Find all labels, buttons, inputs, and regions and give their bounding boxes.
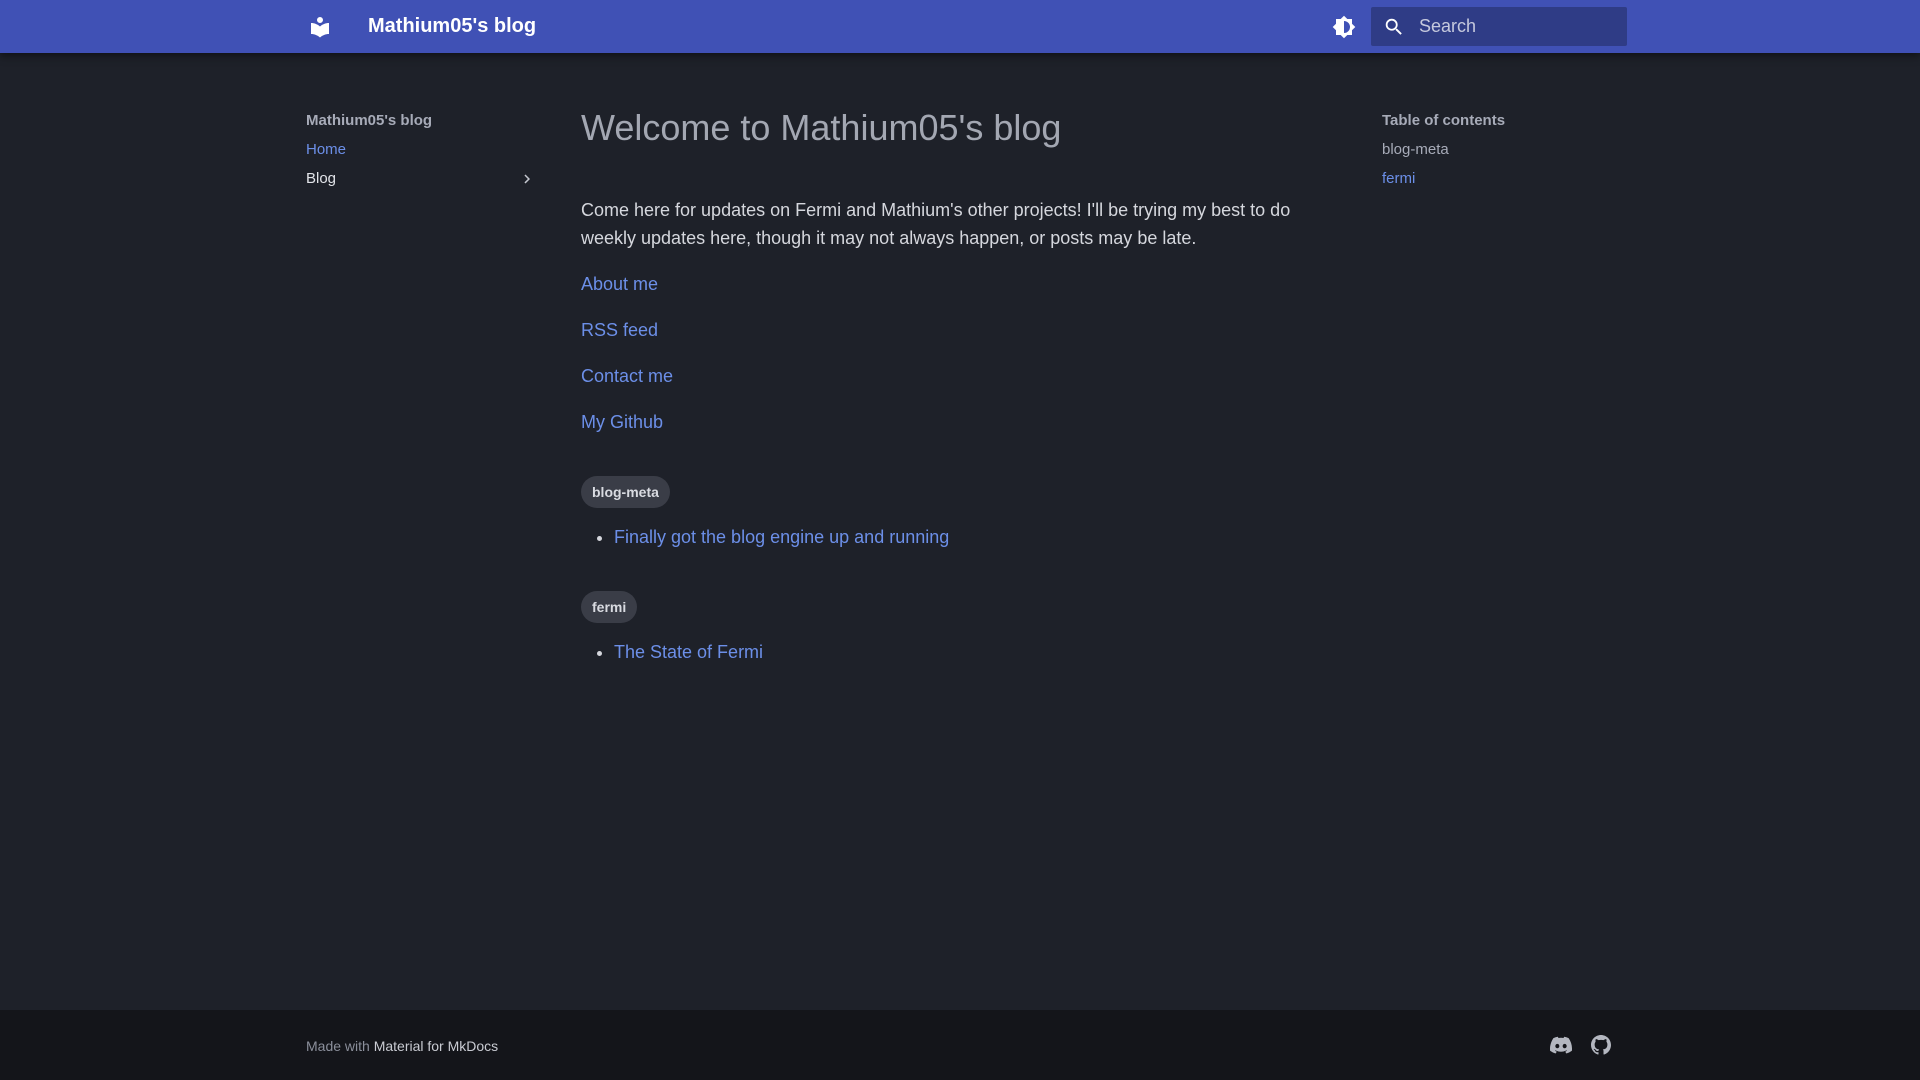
table-of-contents: Table of contents blog-meta fermi (1382, 112, 1622, 199)
toc-item-blog-meta[interactable]: blog-meta (1382, 141, 1622, 170)
tag-badge: fermi (581, 591, 638, 623)
nav-item-label: Blog (306, 170, 337, 187)
post-link[interactable]: The State of Fermi (614, 642, 763, 662)
nav-item-label: Home (306, 141, 347, 158)
page-title: Welcome to Mathium05's blog (581, 107, 1062, 148)
post-list: Finally got the blog engine up and runni… (614, 523, 1336, 551)
intro-paragraph: Come here for updates on Fermi and Mathi… (581, 200, 1291, 248)
brightness-icon[interactable] (1330, 13, 1358, 41)
search-box[interactable] (1371, 7, 1627, 46)
toc-item-fermi[interactable]: fermi (1382, 170, 1622, 199)
tag-section-fermi: fermi The State of Fermi (581, 591, 1336, 666)
post-list: The State of Fermi (614, 638, 1336, 666)
made-with-text: Made with Material for MkDocs (306, 1037, 498, 1055)
discord-icon[interactable] (1549, 1034, 1573, 1056)
list-item: Finally got the blog engine up and runni… (614, 523, 1336, 551)
tag-badge: blog-meta (581, 476, 670, 508)
toc-title: Table of contents (1382, 112, 1506, 129)
search-input[interactable] (1371, 7, 1627, 46)
rss-feed-link[interactable]: RSS feed (581, 320, 658, 340)
github-icon[interactable] (1589, 1034, 1613, 1056)
nav-title: Mathium05's blog (306, 112, 433, 129)
site-footer: Made with Material for MkDocs (0, 1010, 1920, 1080)
site-header: Mathium05's blog (0, 0, 1920, 53)
github-link[interactable]: My Github (581, 412, 663, 432)
made-with-prefix: Made with (306, 1038, 370, 1054)
chevron-right-icon (518, 170, 536, 188)
tag-section-blog-meta: blog-meta Finally got the blog engine up… (581, 476, 1336, 551)
main-content: Welcome to Mathium05's blog Come here fo… (581, 104, 1336, 666)
contact-me-link[interactable]: Contact me (581, 366, 673, 386)
post-link[interactable]: Finally got the blog engine up and runni… (614, 527, 949, 547)
nav-item-home[interactable]: Home (306, 141, 536, 170)
site-title[interactable]: Mathium05's blog (368, 14, 536, 38)
primary-navigation: Mathium05's blog Home Blog (306, 112, 536, 199)
about-me-link[interactable]: About me (581, 274, 658, 294)
material-mkdocs-link[interactable]: Material for MkDocs (374, 1038, 498, 1054)
list-item: The State of Fermi (614, 638, 1336, 666)
book-open-icon[interactable] (306, 13, 334, 41)
nav-item-blog[interactable]: Blog (306, 170, 536, 199)
